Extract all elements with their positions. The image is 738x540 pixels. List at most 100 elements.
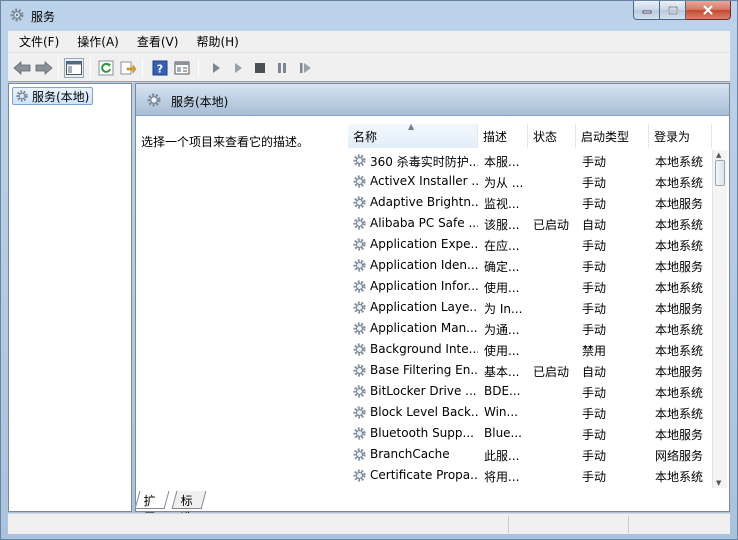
table-row[interactable]: 360 杀毒实时防护... 本服... 手动 本地系统: [348, 150, 710, 171]
tree-item-services-local[interactable]: 服务(本地): [12, 87, 94, 105]
properties-button[interactable]: [172, 58, 192, 78]
back-button[interactable]: [12, 58, 32, 78]
cell-log-on-as: 本地系统: [655, 386, 704, 400]
cell-description: 确定...: [484, 260, 520, 274]
close-button[interactable]: [686, 1, 731, 20]
cell-name: Alibaba PC Safe ...: [370, 216, 478, 230]
sort-ascending-icon: ▲: [408, 124, 415, 131]
console-tree: 服务(本地): [8, 83, 132, 512]
menu-action[interactable]: 操作(A): [66, 33, 126, 50]
toolbar-separator: [90, 58, 91, 78]
back-arrow-icon: [13, 61, 31, 75]
menu-help[interactable]: 帮助(H): [185, 33, 245, 50]
stop-service-icon: [255, 63, 265, 73]
stop-service-button[interactable]: [250, 58, 270, 78]
table-row[interactable]: Base Filtering En... 基本... 已启动 自动 本地服务: [348, 360, 710, 381]
cell-startup-type: 手动: [582, 323, 607, 337]
scroll-down-icon[interactable]: ▼: [716, 479, 721, 487]
service-gear-icon: [353, 154, 366, 167]
start-service-button[interactable]: [206, 58, 226, 78]
title-bar[interactable]: 服务: [1, 1, 737, 31]
cell-description: 为 In...: [484, 302, 523, 316]
maximize-button[interactable]: [660, 1, 686, 20]
services-gear-icon: [10, 8, 24, 22]
menu-file[interactable]: 文件(F): [8, 33, 66, 50]
table-row[interactable]: Certificate Propa... 将用... 手动 本地系统: [348, 465, 710, 486]
cell-startup-type: 手动: [582, 407, 607, 421]
table-row[interactable]: Application Infor... 使用... 手动 本地系统: [348, 276, 710, 297]
table-row[interactable]: Application Man... 为通... 手动 本地系统: [348, 318, 710, 339]
minimize-icon: [642, 10, 651, 14]
cell-description: BDE...: [484, 384, 521, 398]
cell-status: 已启动: [533, 365, 570, 379]
cell-startup-type: 自动: [582, 218, 607, 232]
cell-name: Application Laye...: [370, 300, 478, 314]
column-header-startup-type[interactable]: 启动类型: [576, 124, 649, 148]
table-row[interactable]: Application Iden... 确定... 手动 本地服务: [348, 255, 710, 276]
cell-log-on-as: 本地系统: [655, 155, 704, 169]
status-divider: [628, 516, 629, 533]
cell-description: 使用...: [484, 281, 520, 295]
vertical-scrollbar[interactable]: ▲ ▼: [712, 150, 727, 488]
restart-service-button[interactable]: [296, 58, 316, 78]
column-header-status[interactable]: 状态: [528, 124, 576, 148]
table-row[interactable]: ActiveX Installer ... 为从 ... 手动 本地系统: [348, 171, 710, 192]
tab-extended[interactable]: 扩展: [134, 491, 170, 525]
cell-description: 基本...: [484, 365, 520, 379]
table-row[interactable]: BranchCache 此服... 手动 网络服务: [348, 444, 710, 465]
tree-item-label: 服务(本地): [32, 89, 90, 104]
cell-description: 监视...: [484, 197, 520, 211]
cell-description: 此服...: [484, 449, 520, 463]
caption-buttons: [633, 1, 731, 21]
column-header-description[interactable]: 描述: [478, 124, 528, 148]
menu-view[interactable]: 查看(V): [126, 33, 186, 50]
scroll-thumb[interactable]: [715, 160, 725, 186]
cell-name: Application Expe...: [370, 237, 478, 251]
help-button[interactable]: ?: [150, 58, 170, 78]
service-gear-icon: [353, 217, 366, 230]
cell-name: Application Infor...: [370, 279, 478, 293]
column-header-name[interactable]: ▲ 名称: [348, 124, 478, 148]
refresh-button[interactable]: [96, 58, 116, 78]
service-gear-icon: [353, 175, 366, 188]
table-row[interactable]: Bluetooth Supp... Blue... 手动 本地服务: [348, 423, 710, 444]
cell-log-on-as: 本地系统: [655, 323, 704, 337]
service-gear-icon: [353, 280, 366, 293]
cell-log-on-as: 本地系统: [655, 176, 704, 190]
column-header-log-on-as[interactable]: 登录为: [649, 124, 712, 148]
table-row[interactable]: BitLocker Drive ... BDE... 手动 本地系统: [348, 381, 710, 402]
cell-name: Block Level Back...: [370, 405, 478, 419]
start-service-alt-button[interactable]: [228, 58, 248, 78]
cell-description: 为通...: [484, 323, 520, 337]
table-row[interactable]: Application Expe... 在应... 手动 本地系统: [348, 234, 710, 255]
toolbar-separator: [58, 58, 59, 78]
cell-startup-type: 自动: [582, 365, 607, 379]
services-gear-icon: [147, 93, 161, 107]
cell-name: Bluetooth Supp...: [370, 426, 474, 440]
tab-standard[interactable]: 标准: [171, 491, 207, 525]
export-list-button[interactable]: [118, 58, 138, 78]
pause-service-button[interactable]: [272, 58, 292, 78]
services-pane: 服务(本地) 选择一个项目来查看它的描述。 ▲ 名称 描述 状态 启动类型 登录…: [135, 83, 730, 512]
table-row[interactable]: Alibaba PC Safe ... 该服... 已启动 自动 本地系统: [348, 213, 710, 234]
cell-startup-type: 禁用: [582, 344, 607, 358]
service-gear-icon: [353, 469, 366, 482]
table-row[interactable]: Background Inte... 使用... 禁用 本地系统: [348, 339, 710, 360]
cell-description: Blue...: [484, 426, 522, 440]
service-gear-icon: [353, 385, 366, 398]
restart-service-icon: [300, 63, 311, 73]
cell-name: Application Iden...: [370, 258, 478, 272]
minimize-button[interactable]: [633, 1, 660, 20]
show-hide-console-tree-icon: [66, 61, 82, 75]
show-hide-console-tree-button[interactable]: [64, 58, 84, 78]
cell-log-on-as: 本地服务: [655, 365, 704, 379]
forward-button[interactable]: [34, 58, 54, 78]
cell-name: Application Man...: [370, 321, 478, 335]
table-row[interactable]: Application Laye... 为 In... 手动 本地服务: [348, 297, 710, 318]
service-gear-icon: [353, 448, 366, 461]
table-row[interactable]: Block Level Back... Win... 手动 本地系统: [348, 402, 710, 423]
cell-startup-type: 手动: [582, 260, 607, 274]
scroll-up-icon[interactable]: ▲: [716, 151, 721, 159]
cell-startup-type: 手动: [582, 176, 607, 190]
table-row[interactable]: Adaptive Brightn... 监视... 手动 本地服务: [348, 192, 710, 213]
